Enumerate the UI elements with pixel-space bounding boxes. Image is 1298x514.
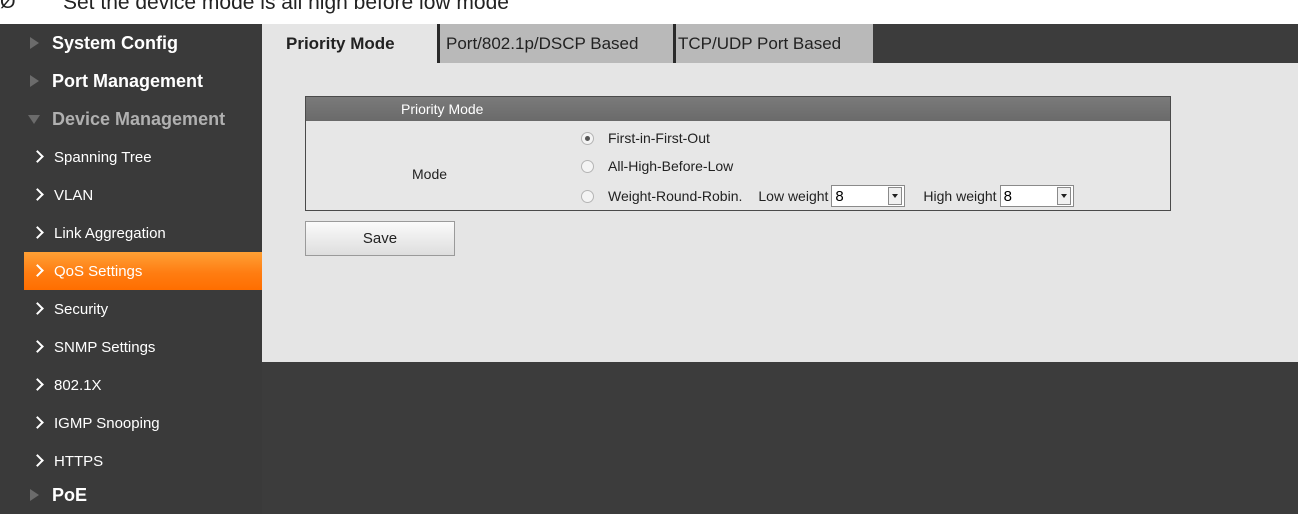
sidebar-item-vlan[interactable]: VLAN	[0, 176, 262, 214]
high-weight-label: High weight	[923, 188, 997, 204]
radio-all-high-before-low[interactable]	[581, 159, 594, 173]
option-first-in-first-out: First-in-First-Out	[581, 130, 710, 146]
chevron-right-icon	[31, 150, 44, 163]
chevron-right-icon	[31, 264, 44, 277]
app-window: System Config Port Management Device Man…	[0, 24, 1298, 514]
priority-mode-panel: Priority Mode Mode First-in-First-Out Al…	[305, 96, 1171, 211]
low-weight-label: Low weight	[758, 188, 829, 204]
save-button[interactable]: Save	[305, 221, 455, 256]
sidebar-item-label: QoS Settings	[54, 262, 143, 280]
sidebar-item-label: SNMP Settings	[54, 338, 156, 356]
mode-label: Mode	[412, 166, 448, 182]
tab-label: TCP/UDP Port Based	[678, 33, 842, 53]
chevron-right-icon	[31, 454, 44, 467]
option-label: All-High-Before-Low	[608, 158, 734, 174]
expand-triangle-icon	[30, 75, 39, 87]
low-weight-value: 8	[835, 187, 844, 205]
expand-triangle-icon	[30, 37, 39, 49]
tab-tcp-udp-port-based[interactable]: TCP/UDP Port Based	[673, 24, 873, 63]
sidebar-item-device-management[interactable]: Device Management	[0, 100, 262, 138]
sidebar-item-802-1x[interactable]: 802.1X	[0, 366, 262, 404]
sidebar-item-label: PoE	[52, 484, 88, 505]
sidebar-item-label: VLAN	[54, 186, 94, 204]
document-caption: Ø Set the device mode is all high before…	[0, 0, 1298, 24]
chevron-right-icon	[31, 378, 44, 391]
chevron-right-icon	[31, 226, 44, 239]
sidebar: System Config Port Management Device Man…	[0, 24, 262, 514]
sidebar-item-security[interactable]: Security	[0, 290, 262, 328]
tab-bar: Priority Mode Port/802.1p/DSCP Based TCP…	[262, 24, 1298, 63]
high-weight-select[interactable]: 8	[999, 185, 1074, 207]
sidebar-item-qos-settings[interactable]: QoS Settings	[24, 252, 262, 290]
radio-weight-round-robin[interactable]	[581, 189, 594, 203]
sidebar-item-system-config[interactable]: System Config	[0, 24, 262, 62]
option-label: Weight-Round-Robin.	[608, 188, 743, 204]
tab-port-802-1p-dscp-based[interactable]: Port/802.1p/DSCP Based	[437, 24, 673, 63]
sidebar-item-label: Link Aggregation	[54, 224, 166, 242]
sidebar-item-https[interactable]: HTTPS	[0, 442, 262, 480]
collapse-triangle-icon	[28, 114, 40, 124]
option-all-high-before-low: All-High-Before-Low	[581, 158, 733, 174]
sidebar-item-port-management[interactable]: Port Management	[0, 62, 262, 100]
dropdown-arrow-icon	[888, 187, 903, 205]
sidebar-item-poe[interactable]: PoE	[0, 476, 262, 514]
chevron-right-icon	[31, 302, 44, 315]
sidebar-item-label: IGMP Snooping	[54, 414, 160, 432]
panel-header: Priority Mode	[306, 97, 1170, 121]
chevron-right-icon	[31, 188, 44, 201]
expand-triangle-icon	[30, 489, 39, 501]
sidebar-item-label: Port Management	[52, 70, 204, 91]
chevron-right-icon	[31, 416, 44, 429]
radio-first-in-first-out[interactable]	[581, 131, 594, 145]
panel-title: Priority Mode	[401, 101, 484, 117]
sidebar-item-igmp-snooping[interactable]: IGMP Snooping	[0, 404, 262, 442]
tab-label: Port/802.1p/DSCP Based	[446, 33, 639, 53]
tab-priority-mode[interactable]: Priority Mode	[262, 24, 437, 63]
low-weight-select[interactable]: 8	[831, 185, 906, 207]
option-weight-round-robin: Weight-Round-Robin. Low weight 8 High we…	[581, 185, 1074, 207]
sidebar-item-label: System Config	[52, 32, 179, 53]
sidebar-item-label: Spanning Tree	[54, 148, 152, 166]
chevron-right-icon	[31, 340, 44, 353]
caption-bullet: Ø	[0, 0, 16, 13]
sidebar-item-link-aggregation[interactable]: Link Aggregation	[0, 214, 262, 252]
sidebar-item-snmp-settings[interactable]: SNMP Settings	[0, 328, 262, 366]
sidebar-item-label: Security	[54, 300, 109, 318]
dropdown-arrow-icon	[1056, 187, 1071, 205]
sidebar-item-label: Device Management	[52, 108, 226, 129]
content-area: Priority Mode Port/802.1p/DSCP Based TCP…	[262, 24, 1298, 362]
tab-label: Priority Mode	[286, 33, 395, 53]
sidebar-item-label: 802.1X	[54, 376, 102, 394]
high-weight-value: 8	[1003, 187, 1012, 205]
sidebar-item-label: HTTPS	[54, 452, 104, 470]
option-label: First-in-First-Out	[608, 130, 710, 146]
caption-text: Set the device mode is all high before l…	[63, 0, 509, 14]
sidebar-item-spanning-tree[interactable]: Spanning Tree	[0, 138, 262, 176]
